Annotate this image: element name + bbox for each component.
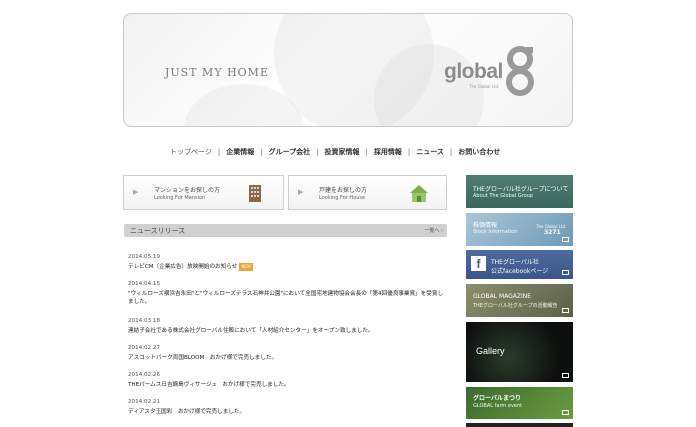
search-house-label: 戸建をお探しの方 [319,187,368,194]
chevron-right-icon: ▶ [298,188,304,196]
news-title-link[interactable]: アスコットパーク両国BLOOM おかげ様で完売しました。 [128,354,446,362]
news-title-link[interactable]: 連結子会社である株式会社グローバル住販において「人材紹介センター」をオープン致し… [128,327,446,335]
news-date: 2014.05.19 [128,254,161,260]
new-badge: NEW [239,263,253,271]
nav-group[interactable]: グループ会社 [263,147,317,157]
stock-info-sublabel: Stock Information [473,229,518,235]
magazine-label: GLOBAL MAGAZINE [473,293,532,300]
news-section-title: ニュースリリース [130,227,186,235]
nav-investors[interactable]: 投資家情報 [319,147,366,157]
news-date: 2014.02.26 [128,372,161,378]
stock-info-banner[interactable]: 株価情報 Stock Information The Global Ltd. 3… [466,213,573,246]
stock-info-label: 株価情報 [473,222,498,229]
news-list: 2014.05.19 テレビCM（企業広告）放映開始のお知らせ NEW 2014.… [128,254,446,426]
magazine-sublabel: THEグローバル社グループの活動報告 [473,303,558,309]
building-icon [249,185,261,202]
news-item: 2014.05.19 テレビCM（企業広告）放映開始のお知らせ NEW [128,254,446,281]
nav-top[interactable]: トップページ [164,147,218,157]
chevron-right-icon: ▶ [133,188,139,196]
news-title-link[interactable]: テレビCM（企業広告）放映開始のお知らせ NEW [128,263,446,271]
news-date: 2014.02.27 [128,345,161,351]
search-mansion-sublabel: Looking For Mansion [154,195,206,201]
about-group-banner[interactable]: THEグローバル社グループについて About The Global Group [466,175,573,208]
global-nav: トップページ | 企業情報 | グループ会社 | 投資家情報 | 採用情報 | … [164,147,506,157]
news-more-link[interactable]: 一覧へ › [424,227,443,234]
gallery-label: Gallery [476,346,505,356]
logo-wordmark[interactable]: global [444,60,503,84]
window-icon [562,237,569,242]
festival-label: グローバルまつり [473,395,521,402]
nav-recruit[interactable]: 採用情報 [368,147,408,157]
news-item: 2014.03.18 連結子会社である株式会社グローバル住販において「人材紹介セ… [128,318,446,345]
logo-g-icon[interactable] [506,45,534,97]
news-date: 2014.04.15 [128,281,161,287]
news-title-link[interactable]: ディアスタ王国彩 おかげ様で完売しました。 [128,408,446,416]
news-item: 2014.02.27 アスコットパーク両国BLOOM おかげ様で完売しました。 [128,345,446,372]
about-group-sublabel: About The Global Group [473,193,534,199]
search-mansion-button[interactable]: ▶ マンションをお探しの方 Looking For Mansion [123,175,284,210]
gallery-banner[interactable]: Gallery [466,322,573,382]
news-item: 2014.02.26 THEパームス日吉綱島ヴィサージュ おかげ様で完売しました… [128,372,446,399]
facebook-sublabel: 公式facebookページ [491,268,549,275]
news-date: 2014.02.21 [128,399,161,405]
window-icon [562,410,569,415]
news-section-header: ニュースリリース 一覧へ › [124,224,447,237]
news-title-link[interactable]: "ウィルローズ横浜吉永田"と"ウィルローズテラス石神井公園"において全国宅地建物… [128,290,446,306]
festival-banner[interactable]: グローバルまつり GLOBAL farm event [466,387,573,419]
window-icon [562,373,569,378]
news-title-text: テレビCM（企業広告）放映開始のお知らせ [128,264,238,270]
bottom-banner[interactable] [466,423,573,427]
search-house-sublabel: Looking For House [319,195,366,201]
stock-code: 3271 [544,229,561,236]
facebook-banner[interactable]: f THEグローバル社 公式facebookページ [466,250,573,279]
house-icon [410,185,428,202]
facebook-icon: f [471,256,486,271]
nav-contact[interactable]: お問い合わせ [452,147,506,157]
window-icon [562,308,569,313]
news-item: 2014.04.15 "ウィルローズ横浜吉永田"と"ウィルローズテラス石神井公園… [128,281,446,318]
news-date: 2014.03.18 [128,318,161,324]
nav-company[interactable]: 企業情報 [220,147,260,157]
news-title-link[interactable]: THEパームス日吉綱島ヴィサージュ おかげ様で完売しました。 [128,381,446,389]
search-mansion-label: マンションをお探しの方 [154,187,221,194]
search-house-button[interactable]: ▶ 戸建をお探しの方 Looking For House [288,175,447,210]
logo-subtitle: The Global Ltd. [469,84,500,89]
about-group-label: THEグローバル社グループについて [473,186,569,193]
nav-news[interactable]: ニュース [410,147,450,157]
magazine-banner[interactable]: GLOBAL MAGAZINE THEグローバル社グループの活動報告 [466,284,573,317]
header-banner: JUST MY HOME global The Global Ltd. [123,13,573,127]
facebook-label: THEグローバル社 [491,259,539,266]
festival-sublabel: GLOBAL farm event [473,403,523,409]
news-item: 2014.02.21 ディアスタ王国彩 おかげ様で完売しました。 [128,399,446,426]
tagline: JUST MY HOME [165,66,269,79]
window-icon [562,270,569,275]
